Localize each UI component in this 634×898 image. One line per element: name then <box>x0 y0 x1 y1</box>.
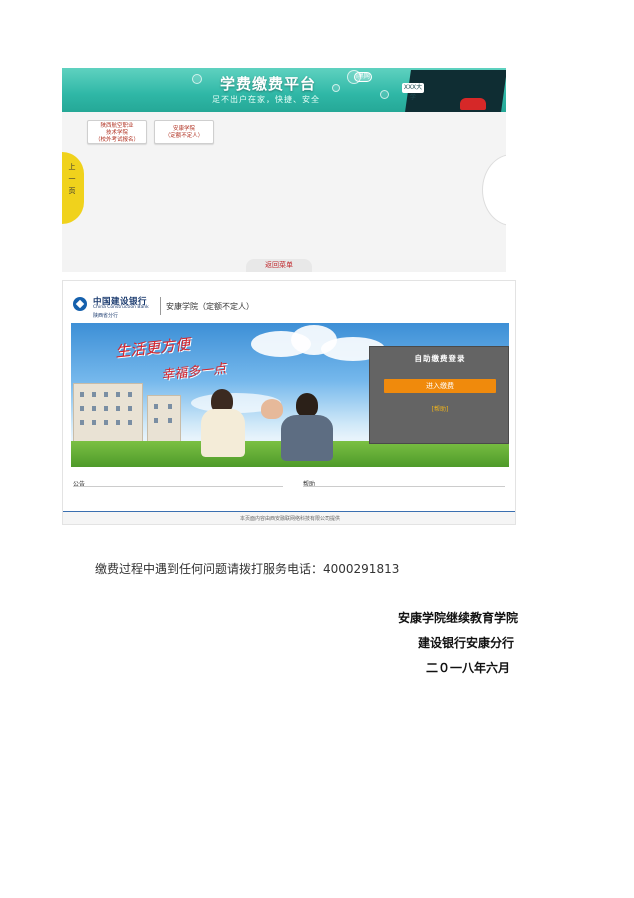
school-name-line: 陕西航空职业 <box>100 123 134 129</box>
login-panel: 自助缴费登录 进入缴费 [帮助] <box>369 346 509 444</box>
service-hotline-text: 缴费过程中遇到任何问题请拨打服务电话：4000291813 <box>95 562 400 576</box>
ccb-header: 中国建设银行 China Construction Bank 陕西省分行 安康学… <box>63 281 515 323</box>
bank-badge: i黑网 <box>354 72 372 82</box>
school-button-ankang[interactable]: 安康学院 （定额不定人） <box>154 120 214 144</box>
platform-subtitle: 足不出户在家，快捷、安全 <box>212 95 320 104</box>
school-name-line: 安康学院 <box>172 126 195 132</box>
building-graphic <box>147 395 181 443</box>
back-menu-button[interactable]: 返回菜单 <box>246 259 312 272</box>
school-note-line: （定额不定人） <box>164 133 204 139</box>
portal-footer: 本页面内容由西安融联网络科技有限公司提供 <box>63 511 515 524</box>
platform-title: 学费缴费平台 <box>220 75 317 93</box>
bubble-decoration <box>192 74 202 84</box>
family-photo-head <box>296 393 318 417</box>
prev-page-char: 上 <box>68 163 76 171</box>
bubble-decoration <box>332 84 340 92</box>
header-divider <box>160 297 161 315</box>
signature-date: 二０一八年六月 <box>426 661 511 675</box>
login-help-link[interactable]: [帮助] <box>370 404 510 413</box>
bubble-decoration <box>380 90 389 99</box>
ccb-school-label: 安康学院（定额不定人） <box>166 302 254 311</box>
hero-slogan-1: 生活更方便 <box>114 335 191 361</box>
school-name-line: 技术学院 <box>105 130 128 136</box>
enter-payment-button[interactable]: 进入缴费 <box>384 379 496 393</box>
ccb-payment-screenshot: 中国建设银行 China Construction Bank 陕西省分行 安康学… <box>62 280 516 525</box>
family-photo-body <box>201 409 245 457</box>
help-divider <box>303 486 505 487</box>
prev-page-char: 页 <box>68 187 76 195</box>
login-title: 自助缴费登录 <box>414 354 466 363</box>
ribbon-graphic <box>460 98 486 110</box>
ccb-logo-icon <box>73 297 87 311</box>
hero-slogan-2: 幸福多一点 <box>160 361 227 384</box>
building-graphic <box>73 383 143 443</box>
prev-page-tab[interactable]: 上 一 页 <box>62 152 84 224</box>
school-note-line: （校外考试报名） <box>94 137 139 143</box>
cap-label: XXX大学 <box>402 83 424 101</box>
ccb-branch: 陕西省分行 <box>93 313 119 319</box>
family-photo-body <box>281 415 333 461</box>
platform-banner: 学费缴费平台 足不出户在家，快捷、安全 i黑网 XXX大学 <box>62 68 506 112</box>
ccb-bank-name-en: China Construction Bank <box>93 305 149 310</box>
signature-org-1: 安康学院继续教育学院 <box>398 611 519 625</box>
signature-org-2: 建设银行安康分行 <box>418 636 515 650</box>
tuition-platform-screenshot: 学费缴费平台 足不出户在家，快捷、安全 i黑网 XXX大学 陕西航空职业 技术学… <box>62 68 506 272</box>
prev-page-char: 一 <box>68 175 76 183</box>
school-button-shaanxi-aviation[interactable]: 陕西航空职业 技术学院 （校外考试报名） <box>87 120 147 144</box>
notice-divider <box>73 486 283 487</box>
family-photo-child <box>261 399 283 419</box>
